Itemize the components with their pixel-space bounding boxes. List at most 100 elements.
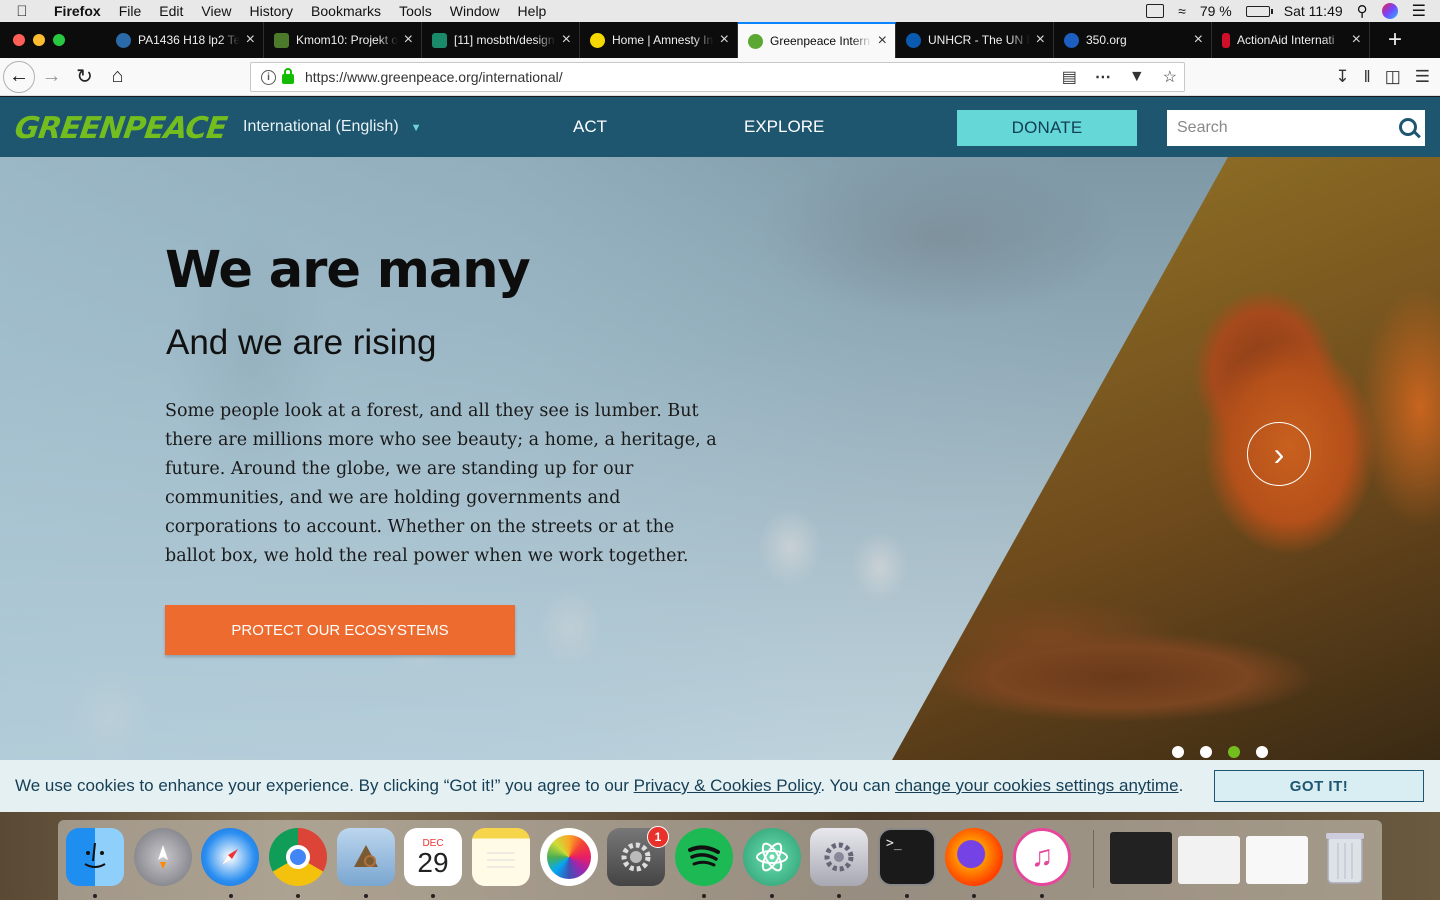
utility-gear-icon[interactable] bbox=[810, 828, 868, 886]
menu-tools[interactable]: Tools bbox=[390, 3, 441, 19]
tab-favicon-icon bbox=[1064, 32, 1079, 48]
clock[interactable]: Sat 11:49 bbox=[1284, 3, 1343, 19]
close-tab-icon[interactable]: × bbox=[1194, 31, 1203, 49]
carousel-dot-3[interactable] bbox=[1228, 746, 1240, 758]
mail-icon[interactable] bbox=[337, 828, 395, 886]
carousel-dot-2[interactable] bbox=[1200, 746, 1212, 758]
nav-act-link[interactable]: ACT bbox=[573, 117, 607, 137]
tab-title: 350.org bbox=[1086, 33, 1127, 47]
carousel-dot-4[interactable] bbox=[1256, 746, 1268, 758]
bookmark-star-icon[interactable]: ☆ bbox=[1163, 67, 1177, 87]
spotify-icon[interactable] bbox=[675, 828, 733, 886]
battery-icon[interactable] bbox=[1245, 5, 1273, 17]
tab-amnesty[interactable]: Home | Amnesty In × bbox=[580, 22, 738, 58]
privacy-policy-link[interactable]: Privacy & Cookies Policy bbox=[634, 776, 821, 795]
back-button[interactable]: ← bbox=[3, 60, 35, 93]
terminal-icon[interactable]: >_ bbox=[878, 828, 936, 886]
preview-window-thumbnail[interactable] bbox=[1178, 836, 1240, 884]
chevron-down-icon: ▼ bbox=[410, 122, 422, 134]
carousel-next-icon[interactable]: › bbox=[1247, 422, 1311, 486]
close-tab-icon[interactable]: × bbox=[246, 31, 255, 49]
carousel-dot-1[interactable] bbox=[1172, 746, 1184, 758]
menu-file[interactable]: File bbox=[110, 3, 151, 19]
library-icon[interactable]: ‖ bbox=[1364, 67, 1371, 87]
tab-favicon-icon bbox=[116, 32, 131, 48]
trash-icon[interactable] bbox=[1316, 828, 1374, 886]
safari-window-thumbnail[interactable] bbox=[1246, 836, 1308, 884]
donate-button[interactable]: DONATE bbox=[957, 110, 1137, 146]
launchpad-icon[interactable] bbox=[134, 828, 192, 886]
finder-icon[interactable] bbox=[66, 828, 124, 886]
photos-icon[interactable] bbox=[540, 828, 598, 886]
address-bar[interactable]: i https://www.greenpeace.org/internation… bbox=[250, 62, 1185, 92]
tab-title: [11] mosbth/design bbox=[454, 33, 555, 47]
home-button[interactable]: ⌂ bbox=[101, 61, 134, 93]
greenpeace-logo[interactable]: GREENPEACE bbox=[13, 111, 229, 146]
siri-icon[interactable] bbox=[1381, 3, 1398, 19]
zoom-window-button[interactable] bbox=[53, 34, 65, 46]
chrome-icon[interactable] bbox=[269, 828, 327, 886]
nav-explore-link[interactable]: EXPLORE bbox=[744, 117, 824, 137]
menu-bookmarks[interactable]: Bookmarks bbox=[302, 3, 390, 19]
tab-favicon-icon bbox=[590, 32, 605, 48]
close-tab-icon[interactable]: × bbox=[1352, 31, 1361, 49]
itunes-icon[interactable]: ♫ bbox=[1013, 828, 1071, 886]
search-icon[interactable] bbox=[1391, 110, 1425, 146]
tab-mosbth-design[interactable]: [11] mosbth/design × bbox=[422, 22, 580, 58]
calendar-icon[interactable]: DEC 29 bbox=[404, 828, 462, 886]
tab-title: Greenpeace Intern bbox=[770, 34, 871, 48]
apple-menu-icon[interactable]:  bbox=[0, 3, 44, 20]
hero-subtitle: And we are rising bbox=[166, 323, 437, 362]
minimize-window-button[interactable] bbox=[33, 34, 45, 46]
url-text[interactable]: https://www.greenpeace.org/international… bbox=[305, 69, 1062, 85]
tab-title: Home | Amnesty In bbox=[612, 33, 714, 47]
menu-window[interactable]: Window bbox=[441, 3, 509, 19]
tab-350org[interactable]: 350.org × bbox=[1054, 22, 1212, 58]
notification-center-icon[interactable]: ☰ bbox=[1412, 1, 1426, 21]
spotlight-icon[interactable]: ⚲ bbox=[1357, 2, 1368, 20]
firefox-icon[interactable] bbox=[945, 828, 1003, 886]
airplay-icon[interactable] bbox=[1146, 4, 1165, 18]
battery-percent[interactable]: 79 % bbox=[1200, 3, 1232, 19]
site-info-icon[interactable]: i bbox=[261, 69, 276, 85]
cookie-settings-link[interactable]: change your cookies settings anytime bbox=[895, 776, 1179, 795]
safari-icon[interactable] bbox=[201, 828, 259, 886]
menu-history[interactable]: History bbox=[240, 3, 302, 19]
reload-button[interactable]: ↻ bbox=[68, 61, 101, 93]
sidebar-icon[interactable]: ◫ bbox=[1385, 67, 1401, 87]
hamburger-menu-icon[interactable]: ☰ bbox=[1415, 67, 1430, 87]
dock-running-dot bbox=[972, 894, 976, 898]
tab-favicon-icon bbox=[274, 32, 289, 48]
close-tab-icon[interactable]: × bbox=[404, 31, 413, 49]
notes-icon[interactable] bbox=[472, 828, 530, 886]
close-tab-icon[interactable]: × bbox=[1036, 31, 1045, 49]
menu-view[interactable]: View bbox=[192, 3, 240, 19]
tab-pa1436[interactable]: PA1436 H18 lp2 Te × bbox=[106, 22, 264, 58]
downloads-icon[interactable]: ↧ bbox=[1335, 67, 1349, 87]
pocket-icon[interactable]: ▼ bbox=[1129, 68, 1145, 86]
new-tab-button[interactable]: + bbox=[1370, 22, 1420, 58]
reader-view-icon[interactable]: ▤ bbox=[1062, 67, 1077, 87]
page-actions-icon[interactable]: ⋯ bbox=[1095, 67, 1111, 87]
atom-icon[interactable] bbox=[743, 828, 801, 886]
protect-ecosystems-button[interactable]: PROTECT OUR ECOSYSTEMS bbox=[165, 605, 515, 655]
tab-kmom10[interactable]: Kmom10: Projekt o × bbox=[264, 22, 422, 58]
hero-title: We are many bbox=[165, 241, 531, 300]
close-tab-icon[interactable]: × bbox=[562, 31, 571, 49]
spotify-window-thumbnail[interactable] bbox=[1110, 832, 1172, 884]
menu-help[interactable]: Help bbox=[509, 3, 556, 19]
close-tab-icon[interactable]: × bbox=[720, 31, 729, 49]
menu-edit[interactable]: Edit bbox=[150, 3, 192, 19]
menu-app-name[interactable]: Firefox bbox=[44, 3, 110, 19]
tab-actionaid[interactable]: ActionAid Internati × bbox=[1212, 22, 1370, 58]
tab-greenpeace[interactable]: Greenpeace Intern × bbox=[738, 22, 896, 58]
lock-icon[interactable] bbox=[282, 68, 294, 84]
tab-unhcr[interactable]: UNHCR - The UN R × bbox=[896, 22, 1054, 58]
close-tab-icon[interactable]: × bbox=[878, 32, 887, 50]
wifi-icon[interactable]: ≈ bbox=[1178, 3, 1186, 19]
got-it-button[interactable]: GOT IT! bbox=[1214, 770, 1424, 802]
forward-button[interactable]: → bbox=[35, 61, 68, 93]
search-input[interactable] bbox=[1167, 119, 1391, 137]
close-window-button[interactable] bbox=[13, 34, 25, 46]
language-selector[interactable]: International (English) ▼ bbox=[243, 118, 422, 136]
